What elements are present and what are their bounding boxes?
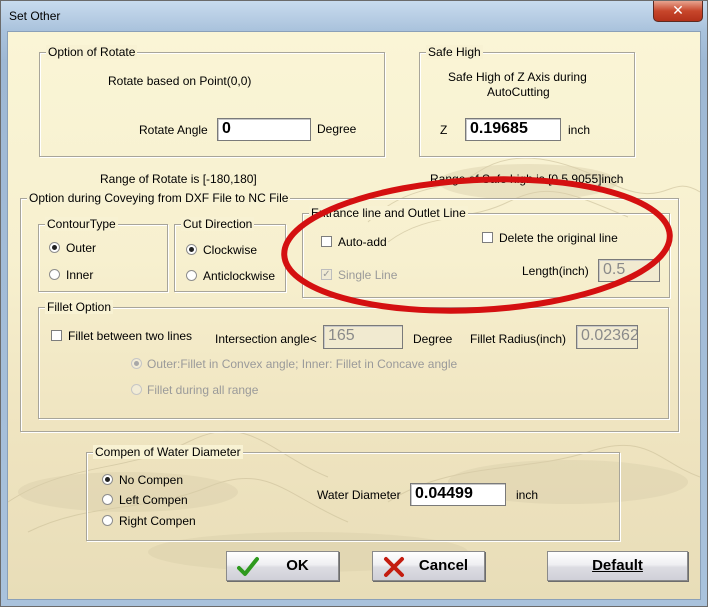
safe-high-unit: inch [568, 123, 591, 137]
rotate-range-text: Range of Rotate is [-180,180] [100, 172, 257, 186]
contour-outer-radio[interactable] [49, 242, 60, 253]
close-button[interactable]: ✕ [653, 1, 703, 22]
water-compen-title: Compen of Water Diameter [93, 445, 243, 459]
contour-inner-radio[interactable] [49, 269, 60, 280]
anticlockwise-radio[interactable] [186, 270, 197, 281]
no-compen-label[interactable]: No Compen [119, 473, 183, 487]
fillet-convex-label: Outer:Fillet in Convex angle; Inner: Fil… [147, 357, 458, 371]
left-compen-radio[interactable] [102, 494, 113, 505]
cancel-button[interactable]: Cancel [372, 551, 485, 581]
annotation-ellipse [281, 176, 673, 314]
rotate-angle-label: Rotate Angle [139, 123, 208, 137]
ok-button[interactable]: OK [226, 551, 339, 581]
contour-type-title: ContourType [45, 217, 118, 231]
z-label: Z [440, 123, 448, 137]
cut-direction-title: Cut Direction [181, 217, 255, 231]
window-title: Set Other [9, 9, 61, 23]
safe-high-description-1: Safe High of Z Axis during [448, 70, 587, 84]
default-button[interactable]: Default [547, 551, 688, 581]
safe-high-z-input[interactable]: 0.19685 [465, 118, 561, 141]
fillet-option-title: Fillet Option [45, 300, 114, 314]
intersection-angle-label: Intersection angle< [215, 332, 317, 346]
dialog-client-area: Option of Rotate Rotate based on Point(0… [7, 31, 701, 600]
x-icon [384, 557, 404, 577]
rotate-angle-input[interactable]: 0 [217, 118, 311, 141]
water-diameter-label: Water Diameter [317, 488, 401, 502]
dialog-window: Set Other ✕ Option of Rotate Rotate base… [0, 0, 708, 607]
rotate-angle-unit: Degree [317, 122, 357, 136]
contour-outer-label[interactable]: Outer [66, 241, 96, 255]
clockwise-radio[interactable] [186, 244, 197, 255]
contour-inner-label[interactable]: Inner [66, 268, 93, 282]
fillet-all-range-radio [131, 384, 142, 395]
safe-high-description-2: AutoCutting [487, 85, 550, 99]
clockwise-label[interactable]: Clockwise [203, 243, 257, 257]
fillet-radius-label: Fillet Radius(inch) [470, 332, 567, 346]
check-icon [237, 557, 259, 576]
intersection-angle-input: 165 [323, 325, 403, 349]
ok-button-label: OK [286, 557, 309, 574]
anticlockwise-label[interactable]: Anticlockwise [203, 269, 275, 283]
contour-type-group: ContourType [38, 217, 168, 292]
fillet-radius-input: 0.02362 [576, 325, 638, 349]
water-diameter-unit: inch [516, 488, 539, 502]
right-compen-radio[interactable] [102, 515, 113, 526]
right-compen-label[interactable]: Right Compen [119, 514, 196, 528]
default-button-label: Default [592, 557, 643, 574]
rotate-group: Option of Rotate [39, 45, 385, 157]
fillet-between-checkbox[interactable] [51, 330, 62, 341]
safe-high-group: Safe High [419, 45, 635, 157]
rotate-group-title: Option of Rotate [46, 45, 138, 59]
fillet-all-range-label: Fillet during all range [147, 383, 259, 397]
dxf-option-group-title: Option during Coveying from DXF File to … [27, 191, 291, 205]
left-compen-label[interactable]: Left Compen [119, 493, 188, 507]
rotate-description: Rotate based on Point(0,0) [108, 74, 252, 88]
no-compen-radio[interactable] [102, 474, 113, 485]
water-diameter-input[interactable]: 0.04499 [410, 483, 506, 506]
title-bar[interactable]: Set Other ✕ [1, 1, 707, 31]
fillet-between-label[interactable]: Fillet between two lines [68, 329, 192, 343]
fillet-convex-radio [131, 358, 142, 369]
safe-high-group-title: Safe High [426, 45, 483, 59]
intersection-angle-unit: Degree [413, 332, 453, 346]
